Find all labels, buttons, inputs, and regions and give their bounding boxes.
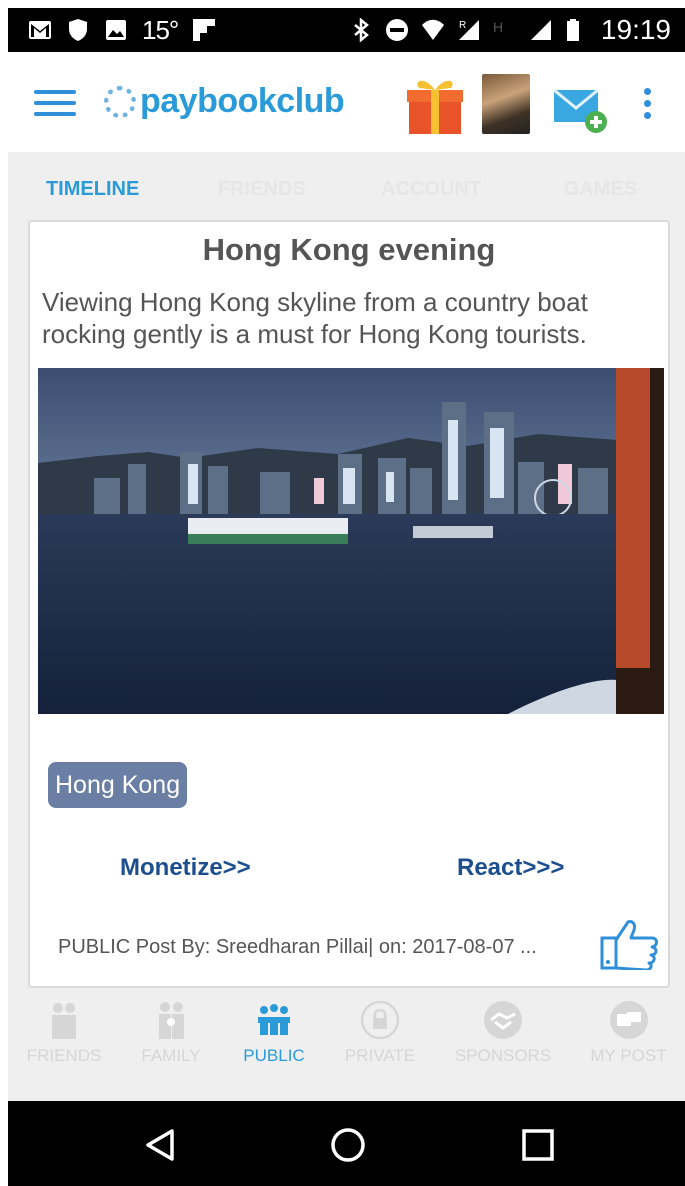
battery-icon <box>566 19 579 41</box>
react-link[interactable]: React>>> <box>457 854 564 882</box>
menu-icon-line <box>34 90 76 94</box>
category-label: SPONSORS <box>454 1046 552 1065</box>
app-bar: paybookclub <box>8 52 685 152</box>
bluetooth-icon <box>354 18 369 42</box>
gmail-icon <box>29 21 51 39</box>
profile-avatar[interactable] <box>482 74 530 134</box>
temperature-text: 15° <box>142 14 179 45</box>
family-icon <box>159 1002 184 1039</box>
category-bar: FRIENDS FAMILY PUBLIC PRIVATE SPONSORS M… <box>8 1000 685 1090</box>
menu-button[interactable] <box>34 90 76 118</box>
category-sponsors[interactable]: SPONSORS <box>434 1000 572 1090</box>
h-network-icon: H <box>493 19 503 35</box>
recents-icon[interactable] <box>520 1127 556 1163</box>
image-icon <box>106 20 126 40</box>
handshake-icon <box>484 1001 522 1039</box>
category-label: MY POST <box>590 1046 667 1065</box>
category-label: PUBLIC <box>243 1046 305 1065</box>
app-logo[interactable]: paybookclub <box>104 82 345 121</box>
more-dot <box>644 112 651 119</box>
category-my-post[interactable]: MY POST <box>572 1000 685 1090</box>
tab-account[interactable]: ACCOUNT <box>347 152 516 222</box>
more-vert-icon[interactable] <box>644 88 654 122</box>
status-bar: 15° R H 19:19 <box>8 8 685 52</box>
post-footer: PUBLIC Post By: Sreedharan Pillai| on: 2… <box>58 936 537 958</box>
category-public[interactable]: PUBLIC <box>222 1000 326 1090</box>
post-tag[interactable]: Hong Kong <box>48 762 188 808</box>
public-icon <box>258 1004 290 1035</box>
tab-games[interactable]: GAMES <box>516 152 685 222</box>
thumbs-up-icon[interactable] <box>598 918 660 970</box>
gift-icon[interactable] <box>405 74 465 136</box>
logo-text: paybookclub <box>140 82 345 120</box>
category-label: FAMILY <box>141 1046 201 1065</box>
lock-icon <box>360 1000 400 1040</box>
back-icon[interactable] <box>142 1127 178 1163</box>
wifi-icon <box>421 19 444 40</box>
post-title: Hong Kong evening <box>202 232 496 267</box>
home-icon[interactable] <box>330 1127 366 1163</box>
signal-icon <box>530 20 551 40</box>
menu-icon-line <box>34 112 76 116</box>
mail-add-icon[interactable] <box>552 86 608 134</box>
monetize-link[interactable]: Monetize>> <box>120 854 251 882</box>
post-description: Viewing Hong Kong skyline from a country… <box>42 287 588 349</box>
post-card: Hong Kong evening Viewing Hong Kong skyl… <box>28 220 670 988</box>
friends-icon <box>52 1003 76 1039</box>
roaming-signal-icon: R <box>458 20 479 40</box>
category-family[interactable]: FAMILY <box>120 1000 222 1090</box>
menu-icon-line <box>34 101 76 105</box>
top-tabs: TIMELINE FRIENDS ACCOUNT GAMES <box>8 152 685 222</box>
post-image[interactable] <box>38 368 664 714</box>
svg-text:H: H <box>493 19 503 35</box>
svg-text:R: R <box>459 20 466 31</box>
more-dot <box>644 88 651 95</box>
category-label: PRIVATE <box>344 1046 416 1065</box>
category-label: FRIENDS <box>26 1046 102 1065</box>
my-post-icon <box>609 1001 648 1039</box>
clock-text: 19:19 <box>600 14 671 45</box>
logo-mark-icon <box>104 85 136 118</box>
shield-icon <box>69 19 87 41</box>
tab-friends[interactable]: FRIENDS <box>177 152 346 222</box>
flipboard-icon <box>193 19 216 41</box>
more-dot <box>644 100 651 107</box>
category-friends[interactable]: FRIENDS <box>8 1000 120 1090</box>
do-not-disturb-icon <box>385 19 408 41</box>
tab-timeline[interactable]: TIMELINE <box>8 152 177 222</box>
content-area: TIMELINE FRIENDS ACCOUNT GAMES Hong Kong… <box>8 152 685 1102</box>
system-nav-bar <box>8 1101 685 1186</box>
category-private[interactable]: PRIVATE <box>326 1000 434 1090</box>
